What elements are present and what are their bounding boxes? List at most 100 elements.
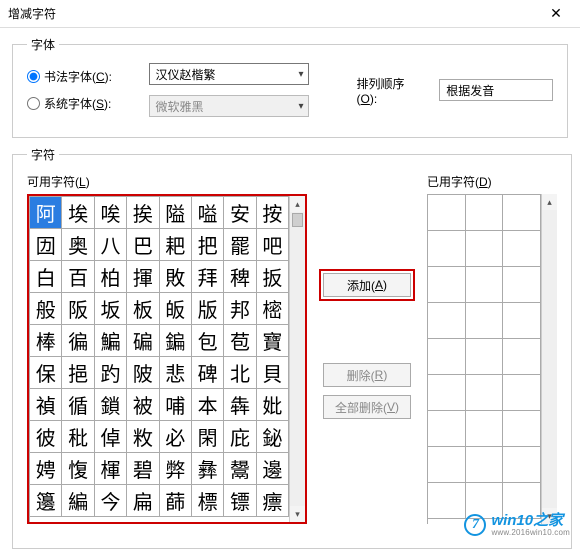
used-char-cell[interactable] [466,411,504,447]
char-cell[interactable]: 㘞 [30,229,62,261]
char-cell[interactable]: 苞 [224,325,256,357]
char-cell[interactable]: 寶 [257,325,289,357]
char-cell[interactable]: 倬 [95,421,127,453]
scroll-down-icon[interactable]: ▾ [290,506,305,522]
char-cell[interactable]: 扁 [127,485,159,517]
used-char-cell[interactable] [503,195,541,231]
char-cell[interactable]: 保 [30,357,62,389]
used-char-cell[interactable] [503,411,541,447]
char-cell[interactable]: 皈 [160,293,192,325]
char-cell[interactable]: 楎 [95,453,127,485]
calligraphy-radio-input[interactable] [27,70,40,83]
used-char-cell[interactable] [428,195,466,231]
char-cell[interactable]: 秕 [62,421,94,453]
available-char-grid[interactable]: 阿埃唉挨隘嗌安按㘞奥八巴耙把罷吧白百柏揮敗拜稗扳般阪坂板皈版邦樒棒徧鯿碥鍽包苞寶… [29,196,289,522]
used-char-cell[interactable] [466,447,504,483]
used-char-cell[interactable] [503,231,541,267]
char-cell[interactable]: 犇 [224,389,256,421]
char-cell[interactable]: 今 [95,485,127,517]
delete-button[interactable]: 删除(R) [323,363,411,387]
char-cell[interactable]: 悲 [160,357,192,389]
used-char-cell[interactable] [466,231,504,267]
char-cell[interactable]: 阿 [30,197,62,229]
char-cell[interactable]: 妣 [257,389,289,421]
char-cell[interactable]: 陂 [127,357,159,389]
char-cell[interactable]: 敉 [127,421,159,453]
char-cell[interactable]: 邊 [257,453,289,485]
char-cell[interactable]: 彝 [192,453,224,485]
calligraphy-font-radio[interactable]: 书法字体(C): [27,68,131,85]
sort-order-combo[interactable]: 根据发音 [439,79,553,101]
char-cell[interactable]: 巴 [127,229,159,261]
used-char-cell[interactable] [503,375,541,411]
char-cell[interactable]: 板 [127,293,159,325]
available-scrollbar[interactable]: ▴ ▾ [289,196,305,522]
char-cell[interactable]: 弊 [160,453,192,485]
char-cell[interactable]: 坂 [95,293,127,325]
char-cell[interactable]: 蒒 [160,485,192,517]
used-char-cell[interactable] [428,303,466,339]
char-cell[interactable]: 吧 [257,229,289,261]
char-cell[interactable]: 安 [224,197,256,229]
char-cell[interactable]: 必 [160,421,192,453]
char-cell[interactable]: 庇 [224,421,256,453]
char-cell[interactable]: 彼 [30,421,62,453]
char-cell[interactable]: 貝 [257,357,289,389]
delete-all-button[interactable]: 全部删除(V) [323,395,411,419]
scroll-up-icon[interactable]: ▴ [290,196,305,212]
used-char-cell[interactable] [503,447,541,483]
used-char-cell[interactable] [428,411,466,447]
system-radio-input[interactable] [27,97,40,110]
used-char-cell[interactable] [428,483,466,519]
char-cell[interactable]: 鉍 [257,421,289,453]
char-cell[interactable]: 按 [257,197,289,229]
char-cell[interactable]: 鯿 [95,325,127,357]
used-char-cell[interactable] [466,267,504,303]
char-cell[interactable]: 循 [62,389,94,421]
char-cell[interactable]: 徧 [62,325,94,357]
char-cell[interactable]: 碧 [127,453,159,485]
used-char-cell[interactable] [428,447,466,483]
char-cell[interactable]: 八 [95,229,127,261]
char-cell[interactable]: 愎 [62,453,94,485]
char-cell[interactable]: 閑 [192,421,224,453]
char-cell[interactable]: 揮 [127,261,159,293]
scroll-thumb[interactable] [292,213,303,227]
used-char-cell[interactable] [466,303,504,339]
char-cell[interactable]: 柏 [95,261,127,293]
char-cell[interactable]: 版 [192,293,224,325]
char-cell[interactable]: 白 [30,261,62,293]
used-char-cell[interactable] [466,195,504,231]
char-cell[interactable]: 包 [192,325,224,357]
used-char-grid[interactable] [427,194,541,524]
close-button[interactable]: ✕ [536,1,576,27]
char-cell[interactable]: 北 [224,357,256,389]
char-cell[interactable]: 敗 [160,261,192,293]
calligraphy-font-combo[interactable]: 汉仪赵楷繁 ▾ [149,63,309,85]
char-cell[interactable]: 編 [62,485,94,517]
char-cell[interactable]: 奥 [62,229,94,261]
char-cell[interactable]: 百 [62,261,94,293]
used-char-cell[interactable] [503,339,541,375]
char-cell[interactable]: 鬹 [224,453,256,485]
char-cell[interactable]: 哺 [160,389,192,421]
char-cell[interactable]: 鍽 [160,325,192,357]
used-char-cell[interactable] [428,231,466,267]
used-char-cell[interactable] [428,375,466,411]
used-char-cell[interactable] [503,303,541,339]
char-cell[interactable]: 隘 [160,197,192,229]
scroll-up-icon[interactable]: ▴ [542,194,557,210]
system-font-radio[interactable]: 系统字体(S): [27,95,131,112]
char-cell[interactable]: 耙 [160,229,192,261]
char-cell[interactable]: 拜 [192,261,224,293]
char-cell[interactable]: 鎖 [95,389,127,421]
char-cell[interactable]: 挹 [62,357,94,389]
char-cell[interactable]: 被 [127,389,159,421]
char-cell[interactable]: 棒 [30,325,62,357]
char-cell[interactable]: 嗌 [192,197,224,229]
used-char-cell[interactable] [466,375,504,411]
char-cell[interactable]: 扳 [257,261,289,293]
used-char-cell[interactable] [428,339,466,375]
char-cell[interactable]: 邦 [224,293,256,325]
char-cell[interactable]: 籩 [30,485,62,517]
